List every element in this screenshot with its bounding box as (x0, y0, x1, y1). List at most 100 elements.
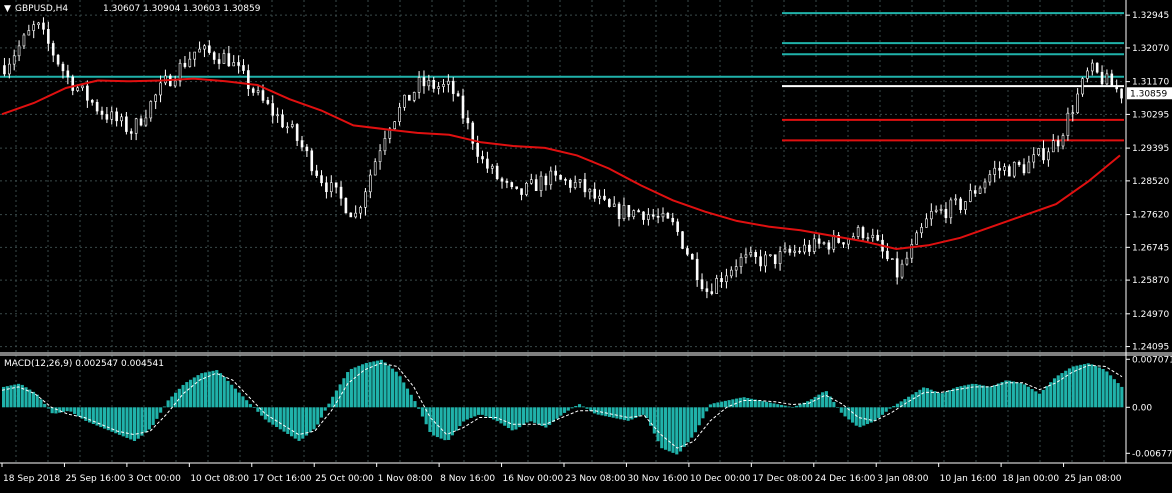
macd-bar (200, 373, 204, 408)
candle-body (71, 76, 75, 91)
candle-body (17, 45, 21, 57)
candle-body (695, 258, 699, 281)
candle-body (642, 211, 645, 220)
macd-bar (817, 394, 821, 408)
macd-bar (813, 396, 817, 408)
candle-body (466, 117, 470, 124)
candle-body (729, 269, 733, 277)
candle-body (359, 207, 362, 214)
macd-bar (933, 391, 937, 408)
macd-bar (514, 407, 518, 430)
macd-bar (447, 407, 451, 440)
macd-bar (611, 407, 615, 418)
candle-body (66, 70, 70, 78)
candle-body (1090, 62, 1094, 72)
macd-bar (716, 402, 720, 408)
x-tick-label: 10 Dec 00:00 (690, 474, 751, 484)
candle-body (529, 179, 533, 184)
candle-body (817, 238, 821, 244)
macd-bar (574, 405, 578, 408)
candle-body (76, 87, 79, 91)
y-tick-label: 1.27620 (1132, 211, 1169, 221)
macd-bar (536, 407, 540, 425)
macd-bar (1023, 384, 1027, 408)
y-tick-label: 1.32945 (1132, 11, 1169, 21)
candle-body (569, 179, 572, 188)
candle-body (227, 53, 231, 67)
candle-body (193, 51, 196, 60)
candle-body (149, 101, 153, 119)
macd-bar (248, 404, 252, 408)
candle-body (598, 195, 601, 199)
candle-body (86, 85, 89, 101)
candle-body (520, 188, 523, 195)
chart-canvas[interactable]: 1.32945 1.32070 1.31170 1.30295 1.29395 1.285… (0, 0, 1172, 489)
candle-body (1095, 62, 1099, 73)
candle-body (22, 34, 26, 47)
macd-bar (791, 407, 795, 408)
candle-body (525, 182, 528, 195)
candle-body (603, 195, 606, 200)
candle-body (203, 45, 206, 50)
macd-bar (312, 407, 316, 430)
candle-body (686, 248, 689, 255)
candle-body (398, 107, 401, 122)
macd-bar (865, 407, 870, 425)
macd-bar (723, 400, 727, 408)
candle-body (1115, 85, 1118, 90)
macd-bar (304, 407, 309, 436)
macd-bar (925, 388, 929, 408)
candle-body (451, 80, 455, 94)
macd-bar (394, 371, 398, 408)
candle-body (237, 62, 240, 66)
candle-body (276, 114, 279, 117)
macd-bar (1109, 375, 1113, 408)
macd-bar (1079, 364, 1083, 408)
candle-body (544, 175, 548, 186)
macd-bar (858, 407, 862, 428)
candle-body (120, 116, 123, 122)
macd-bar (1004, 380, 1008, 408)
candle-body (1056, 140, 1060, 147)
y-tick-label: 1.30295 (1132, 110, 1169, 120)
macd-bar (1116, 383, 1120, 408)
macd-bar (948, 390, 952, 408)
candle-body (344, 198, 348, 214)
y-tick-label: 1.24970 (1132, 310, 1169, 320)
candle-body (856, 227, 860, 237)
candle-body (808, 244, 811, 252)
candle-body (715, 278, 718, 294)
candle-body (232, 62, 236, 67)
candle-body (632, 210, 636, 217)
macd-bar (177, 388, 181, 408)
candle-body (969, 190, 972, 202)
macd-bar (746, 397, 750, 408)
candle-body (861, 227, 865, 239)
candle-body (647, 214, 650, 220)
macd-bar (615, 407, 619, 419)
candle-body (612, 203, 616, 207)
macd-bar (1082, 364, 1086, 408)
macd-bar (981, 385, 986, 408)
trading-chart[interactable]: 1.32945 1.32070 1.31170 1.30295 1.29395 1.285… (0, 0, 1172, 489)
macd-bar (877, 407, 881, 418)
candle-body (32, 24, 36, 31)
macd-bar (787, 406, 791, 408)
candle-body (208, 45, 211, 53)
candle-body (920, 227, 923, 234)
candle-body (27, 30, 31, 36)
candle-body (56, 54, 60, 65)
main-title-arrow[interactable]: ▼ (4, 4, 11, 14)
candle-body (188, 58, 192, 67)
x-tick-label: 25 Sep 16:00 (65, 474, 125, 484)
candle-body (978, 187, 982, 194)
candle-body (1066, 112, 1070, 136)
macd-bar (663, 407, 668, 450)
candle-body (573, 181, 577, 188)
macd-bar (798, 404, 802, 408)
candle-body (690, 254, 694, 260)
macd-bar (230, 384, 234, 408)
macd-bar (641, 407, 645, 415)
candle-body (925, 218, 928, 228)
candle-body (495, 165, 499, 180)
